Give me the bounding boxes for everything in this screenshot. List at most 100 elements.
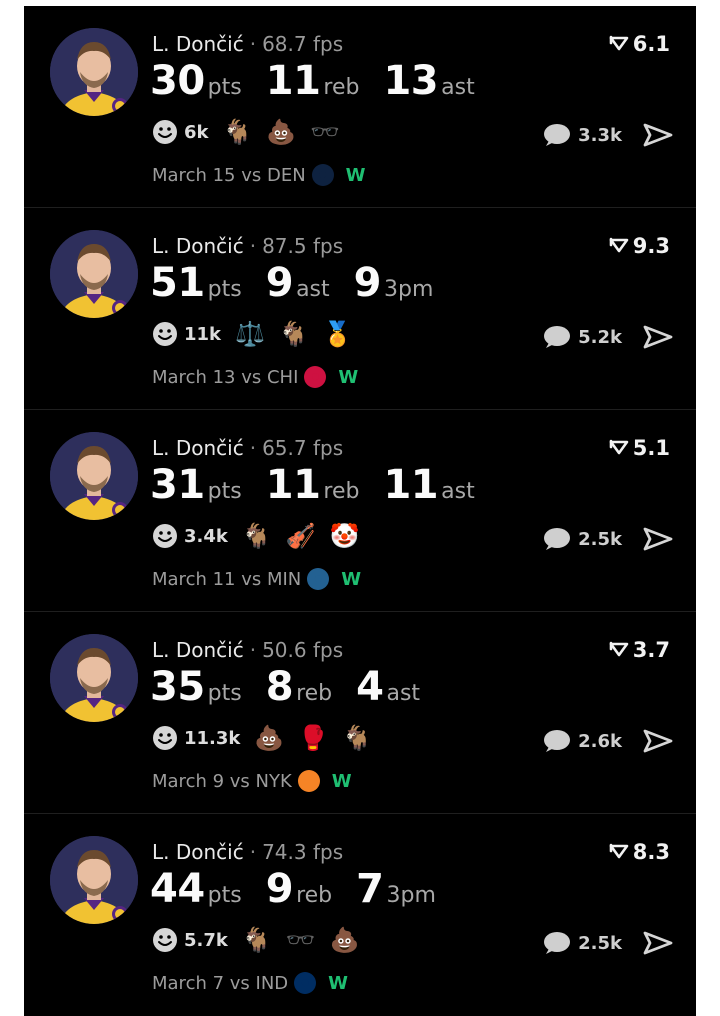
stat-unit: ast <box>441 75 475 100</box>
reaction-emoji-icon[interactable]: 🤡 <box>330 524 360 548</box>
player-name[interactable]: L. Dončić <box>152 638 244 662</box>
reaction-emoji-icon[interactable]: 🏅 <box>323 322 353 346</box>
reaction-emoji-icon[interactable]: 🕶️ <box>286 928 316 952</box>
stat-value: 35 <box>150 664 205 710</box>
fps-value: 87.5 fps <box>262 234 344 258</box>
opponent-logo-icon: ● <box>294 972 317 994</box>
stat-item: 35 pts <box>150 664 242 710</box>
stat-item: 44 pts <box>150 866 242 912</box>
comment-button[interactable]: 3.3k <box>542 122 622 148</box>
smile-count: 3.4k <box>184 525 228 547</box>
upvote-arrow-icon <box>609 439 629 455</box>
share-arrow-icon[interactable] <box>642 930 674 956</box>
separator-dot: · <box>249 840 257 864</box>
game-result: W <box>331 770 352 792</box>
stat-value: 13 <box>383 58 439 104</box>
share-arrow-icon[interactable] <box>642 122 674 148</box>
score-value: 6.1 <box>632 32 670 56</box>
smile-count: 5.7k <box>184 929 228 951</box>
player-name[interactable]: L. Dončić <box>152 234 244 258</box>
comment-button[interactable]: 2.5k <box>542 930 622 956</box>
stat-value: 9 <box>265 260 294 306</box>
post-feed: L. Dončić · 68.7 fps 6.1 30 pts 11 reb 13 ast 6… <box>24 6 696 1016</box>
post-card-5[interactable]: L. Dončić · 74.3 fps 8.3 44 pts 9 reb 7 3pm 5.7… <box>24 814 696 1016</box>
score-badge[interactable]: 5.1 <box>609 436 670 460</box>
smile-count: 11k <box>184 323 222 345</box>
score-badge[interactable]: 8.3 <box>609 840 670 864</box>
separator-dot: · <box>249 32 257 56</box>
reaction-emoji-icon[interactable]: 🥊 <box>298 726 328 750</box>
player-avatar-image <box>50 28 138 116</box>
reaction-bar: 3.4k 🐐 🎻 🤡 <box>152 523 360 549</box>
reaction-emoji-icon[interactable]: 🎻 <box>286 524 316 548</box>
player-avatar[interactable] <box>50 634 138 722</box>
player-avatar[interactable] <box>50 28 138 116</box>
score-value: 9.3 <box>632 234 670 258</box>
post-header: L. Dončić · 50.6 fps <box>152 638 343 662</box>
comment-bubble-icon <box>544 124 571 146</box>
reaction-emoji-icon[interactable]: 🕶️ <box>310 120 340 144</box>
comment-count: 3.3k <box>578 124 622 146</box>
stat-item: 9 reb <box>266 866 332 912</box>
smile-reaction[interactable]: 11.3k <box>152 725 240 751</box>
opponent-logo-icon: ● <box>304 366 327 388</box>
post-card-3[interactable]: L. Dončić · 65.7 fps 5.1 31 pts 11 reb 11 ast 3… <box>24 410 696 612</box>
reaction-emoji-icon[interactable]: 🐐 <box>242 928 272 952</box>
game-result: W <box>328 972 349 994</box>
reaction-emoji-icon[interactable]: 🐐 <box>342 726 372 750</box>
comment-count: 2.5k <box>578 932 622 954</box>
stat-value: 30 <box>150 58 205 104</box>
post-card-4[interactable]: L. Dončić · 50.6 fps 3.7 35 pts 8 reb 4 ast 11.… <box>24 612 696 814</box>
share-arrow-icon[interactable] <box>642 526 674 552</box>
reaction-emoji-icon[interactable]: 💩 <box>254 726 284 750</box>
post-card-2[interactable]: L. Dončić · 87.5 fps 9.3 51 pts 9 ast 9 3pm 11k… <box>24 208 696 410</box>
stat-value: 31 <box>150 462 205 508</box>
share-arrow-icon[interactable] <box>642 324 674 350</box>
game-date: March 7 vs IND <box>152 972 289 994</box>
stat-line: 51 pts 9 ast 9 3pm <box>150 260 457 306</box>
player-name[interactable]: L. Dončić <box>152 436 244 460</box>
comment-button[interactable]: 2.5k <box>542 526 622 552</box>
stat-value: 8 <box>265 664 294 710</box>
smile-reaction[interactable]: 3.4k <box>152 523 228 549</box>
stat-unit: 3pm <box>386 883 436 908</box>
fps-value: 68.7 fps <box>262 32 344 56</box>
smile-icon <box>153 928 177 952</box>
reaction-emoji-icon[interactable]: 🐐 <box>279 322 309 346</box>
reaction-emoji-icon[interactable]: 💩 <box>330 928 360 952</box>
score-badge[interactable]: 9.3 <box>609 234 670 258</box>
game-info: March 7 vs IND ● W <box>152 972 348 994</box>
player-name[interactable]: L. Dončić <box>152 840 244 864</box>
score-badge[interactable]: 3.7 <box>609 638 670 662</box>
game-result: W <box>341 568 362 590</box>
reaction-emoji-icon[interactable]: 💩 <box>266 120 296 144</box>
smile-reaction[interactable]: 5.7k <box>152 927 228 953</box>
reaction-bar: 6k 🐐 💩 🕶️ <box>152 119 340 145</box>
upvote-arrow-icon <box>609 237 629 253</box>
game-date: March 15 vs DEN <box>152 164 306 186</box>
share-arrow-icon[interactable] <box>642 728 674 754</box>
player-avatar[interactable] <box>50 836 138 924</box>
reaction-bar: 11.3k 💩 🥊 🐐 <box>152 725 372 751</box>
reaction-emoji-icon[interactable]: ⚖️ <box>235 322 265 346</box>
reaction-emoji-icon[interactable]: 🐐 <box>242 524 272 548</box>
player-avatar[interactable] <box>50 230 138 318</box>
comment-button[interactable]: 2.6k <box>542 728 622 754</box>
smile-reaction[interactable]: 11k <box>152 321 221 347</box>
opponent-logo-icon: ● <box>307 568 330 590</box>
smile-count: 11.3k <box>184 727 241 749</box>
score-badge[interactable]: 6.1 <box>609 32 670 56</box>
player-name[interactable]: L. Dončić <box>152 32 244 56</box>
player-avatar-image <box>50 230 138 318</box>
stat-value: 9 <box>265 866 294 912</box>
stat-value: 11 <box>265 462 321 508</box>
player-avatar[interactable] <box>50 432 138 520</box>
stat-unit: ast <box>386 681 421 706</box>
stat-value: 11 <box>383 462 439 508</box>
reaction-emoji-icon[interactable]: 🐐 <box>223 120 253 144</box>
stat-item: 9 3pm <box>354 260 434 306</box>
comment-button[interactable]: 5.2k <box>542 324 622 350</box>
post-card-1[interactable]: L. Dončić · 68.7 fps 6.1 30 pts 11 reb 13 ast 6… <box>24 6 696 208</box>
post-header: L. Dončić · 74.3 fps <box>152 840 343 864</box>
smile-reaction[interactable]: 6k <box>152 119 209 145</box>
